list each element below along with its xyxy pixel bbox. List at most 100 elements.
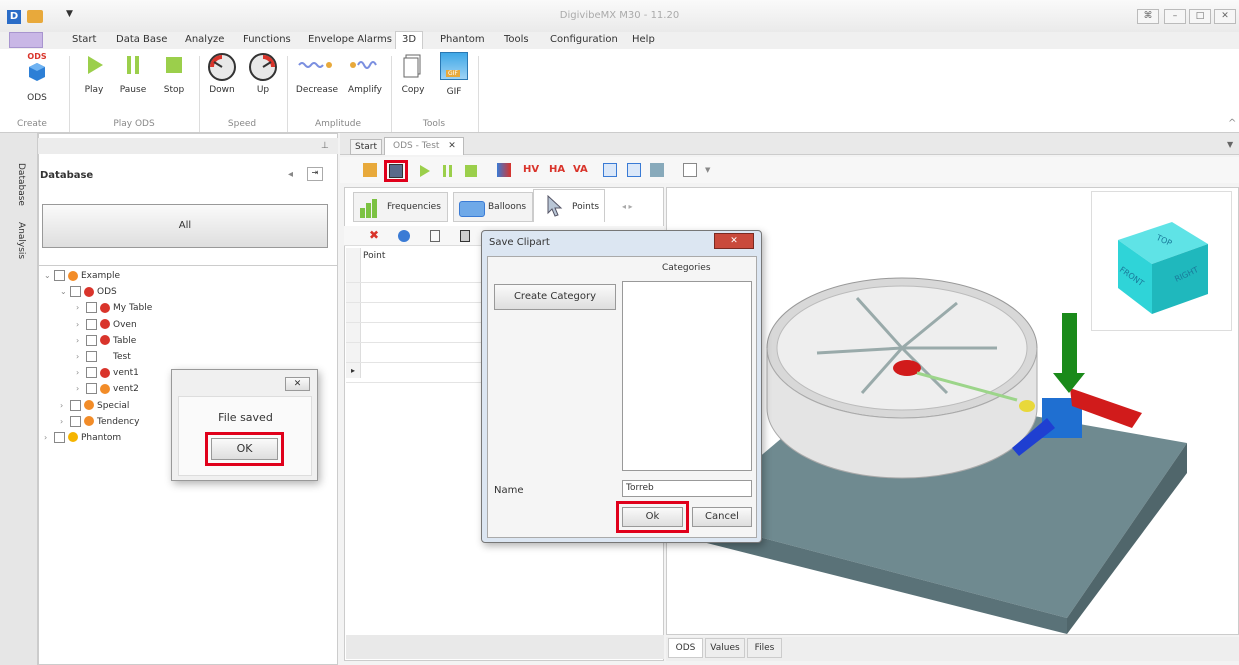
tree-checkbox[interactable] <box>86 302 97 314</box>
tree-checkbox[interactable] <box>70 399 81 411</box>
gif-button[interactable]: GIF GIF <box>434 52 474 97</box>
tree-checkbox[interactable] <box>70 415 81 427</box>
collapse-arrow-icon[interactable]: ⌄ <box>44 271 54 280</box>
tree-item[interactable]: › Table <box>44 334 284 351</box>
tab-start[interactable]: Start <box>350 139 382 155</box>
menu-tools[interactable]: Tools <box>502 34 531 45</box>
tree-checkbox[interactable] <box>86 334 97 346</box>
create-category-button[interactable]: Create Category <box>494 284 616 310</box>
tree-checkbox[interactable] <box>54 431 65 443</box>
table-row[interactable] <box>346 303 486 323</box>
collapse-arrow-icon[interactable]: ◂ <box>288 169 293 180</box>
name-input[interactable]: Torreb <box>622 480 752 497</box>
ods-button[interactable]: ODS ODS <box>17 52 57 103</box>
tab-frequencies[interactable]: Frequencies <box>353 192 448 222</box>
expand-arrow-icon[interactable]: › <box>76 352 86 361</box>
menu-functions[interactable]: Functions <box>241 34 293 45</box>
maximize-button[interactable]: □ <box>1189 9 1211 24</box>
tree-item[interactable]: › My Table <box>44 302 284 318</box>
tab-database-vertical[interactable]: Database <box>10 163 26 206</box>
open-folder-toolbar-icon[interactable] <box>363 163 377 177</box>
page-toolbar-icon[interactable] <box>683 163 697 177</box>
play-button[interactable]: Play <box>74 52 114 95</box>
expand-arrow-icon[interactable]: › <box>44 433 54 442</box>
categories-list[interactable] <box>622 281 752 471</box>
ha-button[interactable]: HA <box>549 164 565 175</box>
tab-balloons[interactable]: Balloons <box>453 192 533 222</box>
view-cube[interactable] <box>1092 192 1233 332</box>
play-toolbar-icon[interactable] <box>419 164 431 178</box>
tree-checkbox[interactable] <box>70 286 81 298</box>
all-button[interactable]: All <box>42 204 328 248</box>
tree-item[interactable]: ⌄ ODS <box>44 286 284 302</box>
tab-points[interactable]: Points <box>533 189 605 222</box>
amplify-button[interactable]: Amplify <box>344 52 386 95</box>
save-clipart-icon[interactable] <box>389 164 403 178</box>
delete-icon[interactable]: ✖ <box>369 228 379 242</box>
tree-item[interactable]: › Test <box>44 350 284 367</box>
dock-icon[interactable]: ⇥ <box>307 167 323 181</box>
view-tab-values[interactable]: Values <box>705 638 745 658</box>
menu-envelope-alarms[interactable]: Envelope Alarms <box>306 34 394 45</box>
table-row[interactable] <box>346 283 486 303</box>
menu-3d[interactable]: 3D <box>395 31 424 49</box>
tab-scroll-icon[interactable]: ◂ ▸ <box>622 202 633 211</box>
table-row[interactable] <box>346 363 486 383</box>
chart-toolbar-icon[interactable] <box>497 163 511 177</box>
expand-arrow-icon[interactable]: › <box>76 384 86 393</box>
table-toolbar-icon[interactable] <box>627 163 641 177</box>
pause-toolbar-icon[interactable] <box>442 164 454 178</box>
table-row[interactable] <box>346 263 486 283</box>
stop-button[interactable]: Stop <box>154 52 194 95</box>
edit-toolbar-icon[interactable] <box>650 163 664 177</box>
view-cube-panel[interactable]: TOP FRONT RIGHT <box>1091 191 1232 331</box>
expand-arrow-icon[interactable]: › <box>60 417 70 426</box>
table-row[interactable] <box>346 323 486 343</box>
tree-checkbox[interactable] <box>86 383 97 395</box>
menu-phantom[interactable]: Phantom <box>438 34 487 45</box>
ok-button[interactable]: OK <box>211 438 278 460</box>
expand-arrow-icon[interactable]: › <box>60 401 70 410</box>
expand-arrow-icon[interactable]: › <box>76 303 86 312</box>
close-dialog-button[interactable]: ✕ <box>285 377 310 391</box>
hv-button[interactable]: HV <box>523 164 539 175</box>
copy-point-icon[interactable] <box>430 230 440 242</box>
help-window-button[interactable]: ⌘ <box>1137 9 1159 24</box>
toolbar-dropdown-icon[interactable]: ▼ <box>705 166 710 174</box>
tree-checkbox[interactable] <box>86 350 97 362</box>
clipart-cancel-button[interactable]: Cancel <box>692 507 752 527</box>
tree-checkbox[interactable] <box>86 318 97 330</box>
grid-toolbar-icon[interactable] <box>603 163 617 177</box>
tab-analysis-vertical[interactable]: Analysis <box>10 222 26 259</box>
view-tab-files[interactable]: Files <box>747 638 782 658</box>
menu-help[interactable]: Help <box>630 34 657 45</box>
tree-checkbox[interactable] <box>54 270 65 281</box>
table-row[interactable] <box>346 343 486 363</box>
pin-icon[interactable]: ⊥ <box>321 141 329 151</box>
file-menu-button[interactable] <box>9 32 43 48</box>
tree-checkbox[interactable] <box>86 367 97 379</box>
minimize-button[interactable]: – <box>1164 9 1186 24</box>
speed-down-button[interactable]: Down <box>202 52 242 95</box>
speed-up-button[interactable]: Up <box>243 52 283 95</box>
va-button[interactable]: VA <box>573 164 588 175</box>
expand-arrow-icon[interactable]: › <box>76 320 86 329</box>
collapse-ribbon-icon[interactable]: ^ <box>1228 118 1236 129</box>
decrease-button[interactable]: Decrease <box>294 52 340 95</box>
close-window-button[interactable]: ✕ <box>1214 9 1236 24</box>
collapse-arrow-icon[interactable]: ⌄ <box>60 287 70 296</box>
view-tab-ods[interactable]: ODS <box>668 638 703 658</box>
tab-ods-test[interactable]: ODS - Test ✕ <box>384 137 464 155</box>
paste-point-icon[interactable] <box>460 230 470 242</box>
tab-list-icon[interactable]: ▼ <box>1227 140 1233 149</box>
menu-configuration[interactable]: Configuration <box>548 34 620 45</box>
clipart-ok-button[interactable]: Ok <box>622 507 683 527</box>
refresh-icon[interactable] <box>398 230 410 242</box>
close-tab-icon[interactable]: ✕ <box>448 141 456 151</box>
expand-arrow-icon[interactable]: › <box>76 368 86 377</box>
copy-button[interactable]: Copy <box>393 52 433 95</box>
close-clipart-button[interactable]: ✕ <box>714 233 754 249</box>
tree-item[interactable]: ⌄ Example <box>44 270 284 286</box>
menu-analyze[interactable]: Analyze <box>183 34 226 45</box>
menu-database[interactable]: Data Base <box>114 34 169 45</box>
